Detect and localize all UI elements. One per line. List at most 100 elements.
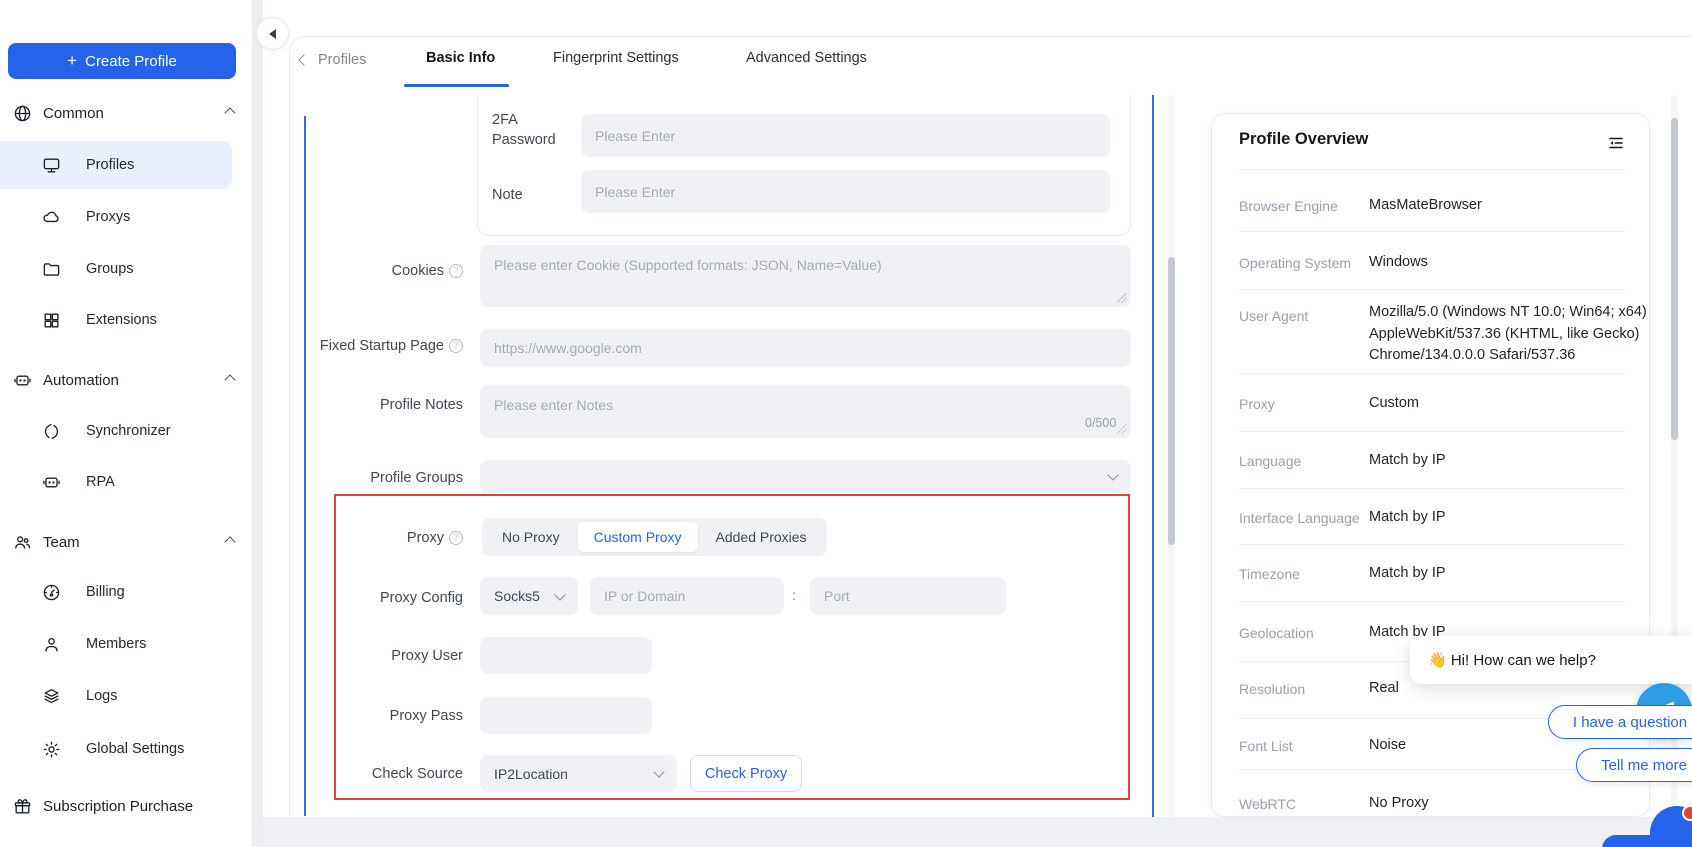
sidebar-item-profiles[interactable]: Profiles [0,141,232,189]
sidebar-item-billing[interactable]: Billing [0,575,252,609]
proxy-option-added-proxies[interactable]: Added Proxies [700,522,823,552]
overview-row-label: Browser Engine [1239,196,1364,216]
globe-icon [12,103,32,123]
chevron-up-icon [226,533,234,551]
footer-strip [252,817,1692,847]
chat-quick-reply-more[interactable]: Tell me more [1576,748,1692,782]
plus-icon: + [67,51,77,71]
back-to-profiles-link[interactable]: Profiles [300,52,366,68]
page-scrollbar-thumb[interactable] [1671,118,1678,440]
sidebar-item-label: Profiles [86,157,134,173]
sidebar-section-label: Common [43,105,104,122]
tab-basic-info[interactable]: Basic Info [426,50,495,66]
layers-icon [41,686,61,706]
sidebar-item-members[interactable]: Members [0,627,252,661]
overview-row-label: Proxy [1239,394,1364,414]
profile-groups-label: Profile Groups [230,468,463,488]
proxy-option-no-proxy[interactable]: No Proxy [486,522,576,552]
overview-row-label: WebRTC [1239,794,1364,814]
sidebar-item-global-settings[interactable]: Global Settings [0,732,252,766]
app-window: + Create Profile Common Profiles Proxys [0,0,1692,847]
profile-notes-textarea[interactable] [480,385,1131,438]
cloud-icon [41,207,61,227]
sidebar-item-proxys[interactable]: Proxys [0,200,252,234]
sidebar-section-common[interactable]: Common [0,96,252,130]
tab-fingerprint-settings[interactable]: Fingerprint Settings [553,50,679,66]
proxy-user-input[interactable] [480,637,652,674]
sidebar-item-label: Extensions [86,312,157,328]
divider [1239,289,1625,290]
overview-row-value: Match by IP [1369,563,1653,585]
sidebar-item-groups[interactable]: Groups [0,252,252,286]
form-scrollbar-thumb[interactable] [1168,257,1175,545]
team-icon [12,532,32,552]
fixed-startup-page-label: Fixed Startup Page ? [230,336,463,356]
divider [1239,373,1625,374]
overview-row-value: MasMateBrowser [1369,195,1653,217]
proxy-ip-input[interactable] [590,577,784,615]
help-icon[interactable]: ? [449,339,463,353]
overview-row-value: Custom [1369,393,1653,415]
sidebar-item-label: Groups [86,261,134,277]
sidebar-item-logs[interactable]: Logs [0,679,252,713]
fixed-startup-page-input[interactable] [480,329,1131,367]
monitor-icon [41,155,61,175]
proxy-option-custom-proxy[interactable]: Custom Proxy [578,522,698,552]
notes-char-counter: 0/500 [1085,416,1116,430]
sidebar-item-label: Synchronizer [86,423,171,439]
sidebar-section-team[interactable]: Team [0,525,252,559]
proxy-user-label: Proxy User [230,646,463,666]
proxy-config-label: Proxy Config [230,588,463,608]
help-icon[interactable]: ? [449,264,463,278]
help-icon[interactable]: ? [449,531,463,545]
gift-icon [12,796,32,816]
sidebar-item-subscription-purchase[interactable]: Subscription Purchase [0,789,252,823]
overview-row-label: User Agent [1239,306,1364,326]
resize-handle-icon[interactable] [1117,424,1127,434]
divider [1239,169,1625,170]
check-source-select[interactable]: IP2Location [480,755,677,792]
chat-notification-dot [1682,805,1692,821]
chevron-down-icon [1107,469,1118,480]
overview-row-label: Font List [1239,736,1364,756]
check-proxy-button[interactable]: Check Proxy [690,755,802,792]
tab-advanced-settings[interactable]: Advanced Settings [746,50,867,66]
proxy-port-input[interactable] [810,577,1006,615]
overview-row-label: Interface Language [1239,508,1364,528]
profile-groups-select[interactable] [480,460,1131,493]
divider [1239,431,1625,432]
overview-row-value: Match by IP [1369,450,1653,472]
create-profile-button[interactable]: + Create Profile [8,43,236,79]
twofa-password-input[interactable] [581,114,1110,157]
sidebar: + Create Profile Common Profiles Proxys [0,0,252,847]
overview-row-label: Language [1239,451,1364,471]
cookies-label: Cookies ? [230,261,463,281]
back-label: Profiles [318,52,366,68]
chat-greeting-text: 👋 Hi! How can we help? [1428,651,1596,669]
proxy-pass-input[interactable] [480,697,652,734]
proxy-protocol-select[interactable]: Socks5 [480,577,578,615]
divider [1239,601,1625,602]
sync-icon [41,421,61,441]
overview-row-value: Windows [1369,252,1653,274]
sidebar-item-extensions[interactable]: Extensions [0,303,252,337]
chat-quick-reply-question[interactable]: I have a question [1548,705,1692,739]
note-input[interactable] [581,170,1110,213]
proxy-mode-segmented-control: No Proxy Custom Proxy Added Proxies [482,518,827,556]
sidebar-collapse-button[interactable] [256,17,289,50]
divider [1239,488,1625,489]
resize-handle-icon[interactable] [1117,293,1127,303]
sidebar-section-automation[interactable]: Automation [0,363,252,397]
sidebar-item-label: Billing [86,584,125,600]
chat-bottom-button[interactable] [1602,835,1674,847]
cookies-textarea[interactable] [480,245,1131,307]
divider [1239,769,1625,770]
profile-notes-label: Profile Notes [230,395,463,415]
sidebar-item-rpa[interactable]: RPA [0,465,252,499]
check-source-value: IP2Location [494,766,568,782]
panel-collapse-icon[interactable] [1607,134,1625,157]
chevron-up-icon [226,104,234,122]
chevron-up-icon [226,371,234,389]
sidebar-item-synchronizer[interactable]: Synchronizer [0,414,252,448]
sidebar-section-label: Team [43,534,80,551]
